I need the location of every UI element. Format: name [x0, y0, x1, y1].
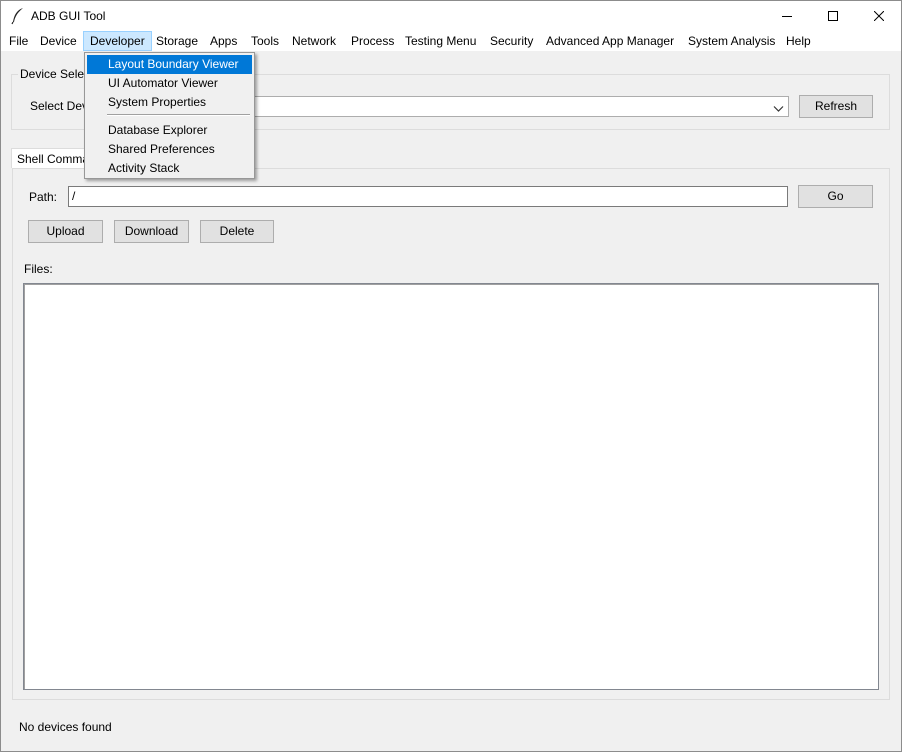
- status-text: No devices found: [19, 720, 112, 734]
- refresh-button[interactable]: Refresh: [799, 95, 873, 118]
- developer-dropdown-menu: Layout Boundary Viewer UI Automator View…: [84, 52, 255, 179]
- close-button[interactable]: [856, 1, 901, 31]
- title-bar[interactable]: ADB GUI Tool: [1, 1, 901, 31]
- menu-network[interactable]: Network: [286, 32, 342, 50]
- feather-icon: [11, 7, 27, 25]
- menu-item-activity-stack[interactable]: Activity Stack: [87, 159, 252, 178]
- menu-item-database-explorer[interactable]: Database Explorer: [87, 121, 252, 140]
- menu-advanced-app-manager[interactable]: Advanced App Manager: [540, 32, 680, 50]
- menu-separator: [107, 114, 250, 116]
- chevron-down-icon: [773, 102, 784, 116]
- minimize-button[interactable]: [764, 1, 810, 31]
- files-label: Files:: [24, 262, 53, 276]
- menu-item-layout-boundary-viewer[interactable]: Layout Boundary Viewer: [87, 55, 252, 74]
- app-window: ADB GUI Tool File Device Developer Stora…: [0, 0, 902, 752]
- menu-security[interactable]: Security: [484, 32, 539, 50]
- download-button[interactable]: Download: [114, 220, 189, 243]
- menu-help[interactable]: Help: [780, 32, 817, 50]
- go-button[interactable]: Go: [798, 185, 873, 208]
- files-listbox[interactable]: [23, 283, 879, 690]
- menu-process[interactable]: Process: [345, 32, 400, 50]
- menu-item-ui-automator-viewer[interactable]: UI Automator Viewer: [87, 74, 252, 93]
- menu-system-analysis[interactable]: System Analysis: [682, 32, 781, 50]
- delete-button[interactable]: Delete: [200, 220, 274, 243]
- menu-developer[interactable]: Developer: [83, 31, 152, 51]
- path-input[interactable]: /: [68, 186, 788, 207]
- path-label: Path:: [29, 190, 58, 204]
- menu-file[interactable]: File: [3, 32, 34, 50]
- close-icon: [874, 11, 884, 21]
- menu-testing[interactable]: Testing Menu: [399, 32, 482, 50]
- upload-button[interactable]: Upload: [28, 220, 103, 243]
- menu-item-system-properties[interactable]: System Properties: [87, 93, 252, 112]
- maximize-button[interactable]: [810, 1, 856, 31]
- minimize-icon: [782, 16, 792, 17]
- menu-apps[interactable]: Apps: [204, 32, 243, 50]
- menu-storage[interactable]: Storage: [150, 32, 204, 50]
- tab-shell-commands[interactable]: Shell Commands: [11, 148, 85, 168]
- window-title: ADB GUI Tool: [31, 9, 106, 23]
- menu-device[interactable]: Device: [34, 32, 83, 50]
- menu-tools[interactable]: Tools: [245, 32, 285, 50]
- maximize-icon: [828, 11, 838, 21]
- menu-item-shared-preferences[interactable]: Shared Preferences: [87, 140, 252, 159]
- menu-bar: File Device Developer Storage Apps Tools…: [1, 31, 901, 51]
